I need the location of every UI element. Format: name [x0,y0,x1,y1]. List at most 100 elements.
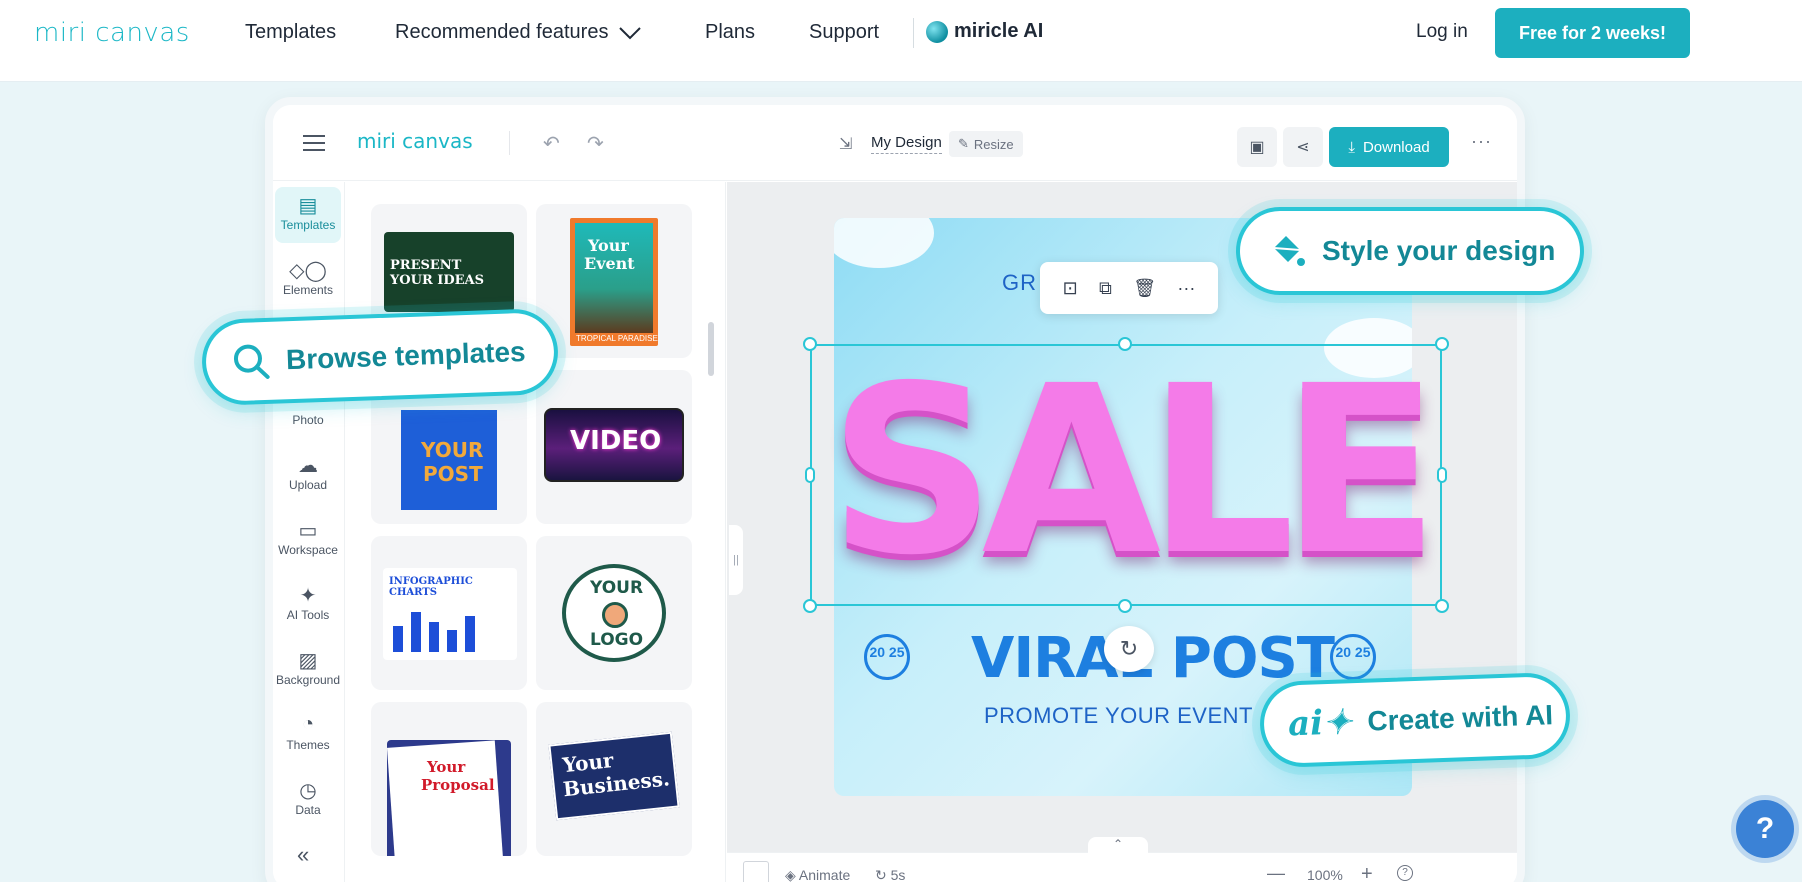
sidebar-item-elements[interactable]: ◇◯ Elements [275,252,341,308]
save-icon[interactable]: ▣ [1237,127,1277,167]
document-title[interactable]: My Design [871,134,942,154]
template-thumbnail: YOUR LOGO [562,564,666,662]
viral-post-text: VIRAL POST [971,626,1335,691]
folder-icon[interactable]: ⇲ [839,134,852,154]
login-link[interactable]: Log in [1416,21,1468,43]
nav-divider [913,18,914,48]
cloud-upload-icon: ☁ [298,455,318,477]
miricle-ai-link[interactable]: miricle AI [926,20,1043,43]
resize-handle[interactable] [805,467,815,483]
resize-handle[interactable] [1435,599,1449,613]
nav-templates[interactable]: Templates [245,21,336,44]
sparkle-icon: ✦ [299,585,317,607]
editor-brand-logo: miri canvas [357,129,473,153]
ai-sparkle-icon: ai✦ [1287,702,1353,745]
palette-icon: ◔ [301,713,315,735]
sidebar-label: Background [275,673,341,687]
sidebar-label: Data [295,803,321,817]
timer-icon: ↻ [875,867,887,882]
template-card-infographic[interactable]: INFOGRAPHIC CHARTS [371,536,527,690]
expand-pages-icon[interactable]: ⌃ [1088,837,1148,853]
search-icon [233,344,270,379]
ai-label: Create with AI [1366,699,1554,737]
template-card-event[interactable]: Your Event TROPICAL PARADISE [536,204,692,358]
crop-icon[interactable]: ⊡ [1063,278,1078,299]
cloud-decoration [834,218,934,268]
resize-handle[interactable] [1437,467,1447,483]
resize-handle[interactable] [1435,337,1449,351]
duration-button[interactable]: ↻ 5s [875,867,905,882]
chart-icon: ◷ [299,780,317,802]
collapse-sidebar-icon[interactable]: « [297,842,309,868]
template-thumb-title: YOUR [421,438,484,462]
template-thumb-title: POST [423,462,483,486]
promote-text: PROMOTE YOUR EVENT [984,703,1253,728]
redo-icon[interactable]: ↷ [587,131,604,156]
layout-icon: ▤ [298,195,318,217]
sidebar-label: Photo [292,413,324,427]
template-thumb-title: VIDEO [570,426,662,456]
chevron-down-icon [619,26,642,39]
sidebar-label: Elements [282,283,334,297]
more-options-icon[interactable]: ··· [1471,131,1492,152]
sidebar-item-background[interactable]: ▨ Background [275,642,341,698]
resize-handle[interactable] [1118,599,1132,613]
create-with-ai-pill[interactable]: ai✦ Create with AI [1258,671,1572,769]
free-trial-button[interactable]: Free for 2 weeks! [1495,8,1690,58]
rotate-icon[interactable]: ↻ [1104,626,1154,672]
menu-icon[interactable] [303,135,325,151]
template-card-logo[interactable]: YOUR LOGO [536,536,692,690]
archive-icon: ▭ [298,520,318,542]
editor-bottom-bar: ◈ Animate ↻ 5s — 100% + ? [727,852,1517,882]
resize-button[interactable]: ✎ Resize [949,131,1023,157]
template-thumbnail: Your Business. [548,731,680,821]
template-thumbnail: VIDEO [544,408,684,482]
sidebar-item-templates[interactable]: ▤ Templates [275,187,341,243]
animate-button[interactable]: ◈ Animate [785,867,850,882]
nav-support[interactable]: Support [809,21,879,44]
sale-event-badge: 20 25 [1330,634,1376,680]
template-card-video[interactable]: VIDEO [536,370,692,524]
resize-handle[interactable] [803,337,817,351]
download-button[interactable]: ⤓ Download [1329,127,1449,167]
template-thumb-title: LOGO [590,630,644,650]
share-icon[interactable]: ⋖ [1283,127,1323,167]
duplicate-icon[interactable]: ⧉ [1099,278,1112,299]
nav-plans[interactable]: Plans [705,21,755,44]
sidebar-item-workspace[interactable]: ▭ Workspace [275,512,341,568]
panel-scrollbar[interactable] [708,322,714,376]
zoom-level[interactable]: 100% [1307,867,1343,882]
sale-event-badge: 20 25 [864,634,910,680]
panel-resize-handle[interactable]: || [729,525,743,595]
resize-handle[interactable] [1118,337,1132,351]
nav-recommended-features[interactable]: Recommended features [395,21,642,44]
resize-handle[interactable] [803,599,817,613]
zoom-out-icon[interactable]: — [1267,863,1285,882]
template-card-proposal[interactable]: Your Proposal [371,702,527,856]
template-thumb-title: YOUR [590,578,644,598]
template-thumbnail: YOUR POST [401,410,497,510]
download-icon: ⤓ [1348,138,1355,156]
template-thumb-title: Your [427,758,466,776]
sidebar-item-data[interactable]: ◷ Data [275,772,341,828]
page-thumbnail[interactable] [743,861,769,882]
sidebar-item-upload[interactable]: ☁ Upload [275,447,341,503]
template-card-business[interactable]: Your Business. [536,702,692,856]
sidebar-label: Templates [280,218,336,232]
sidebar-item-ai-tools[interactable]: ✦ AI Tools [275,577,341,633]
more-icon[interactable]: ··· [1177,278,1195,299]
trash-icon[interactable]: 🗑 [1133,278,1156,299]
sidebar-label: Themes [286,738,330,752]
zoom-in-icon[interactable]: + [1361,863,1373,882]
template-thumb-title: Event [584,254,635,273]
template-thumb-caption: TROPICAL PARADISE [576,334,658,343]
help-small-icon[interactable]: ? [1397,865,1413,881]
template-thumbnail: Your Proposal [387,740,511,856]
brand-logo[interactable]: miri canvas [34,18,190,48]
undo-icon[interactable]: ↶ [543,131,560,156]
style-design-pill[interactable]: Style your design [1236,207,1584,295]
help-chat-button[interactable]: ? [1736,800,1794,858]
browse-templates-pill[interactable]: Browse templates [200,307,560,407]
sidebar-label: Workspace [278,543,338,557]
sidebar-item-themes[interactable]: ◔ Themes [275,707,341,763]
